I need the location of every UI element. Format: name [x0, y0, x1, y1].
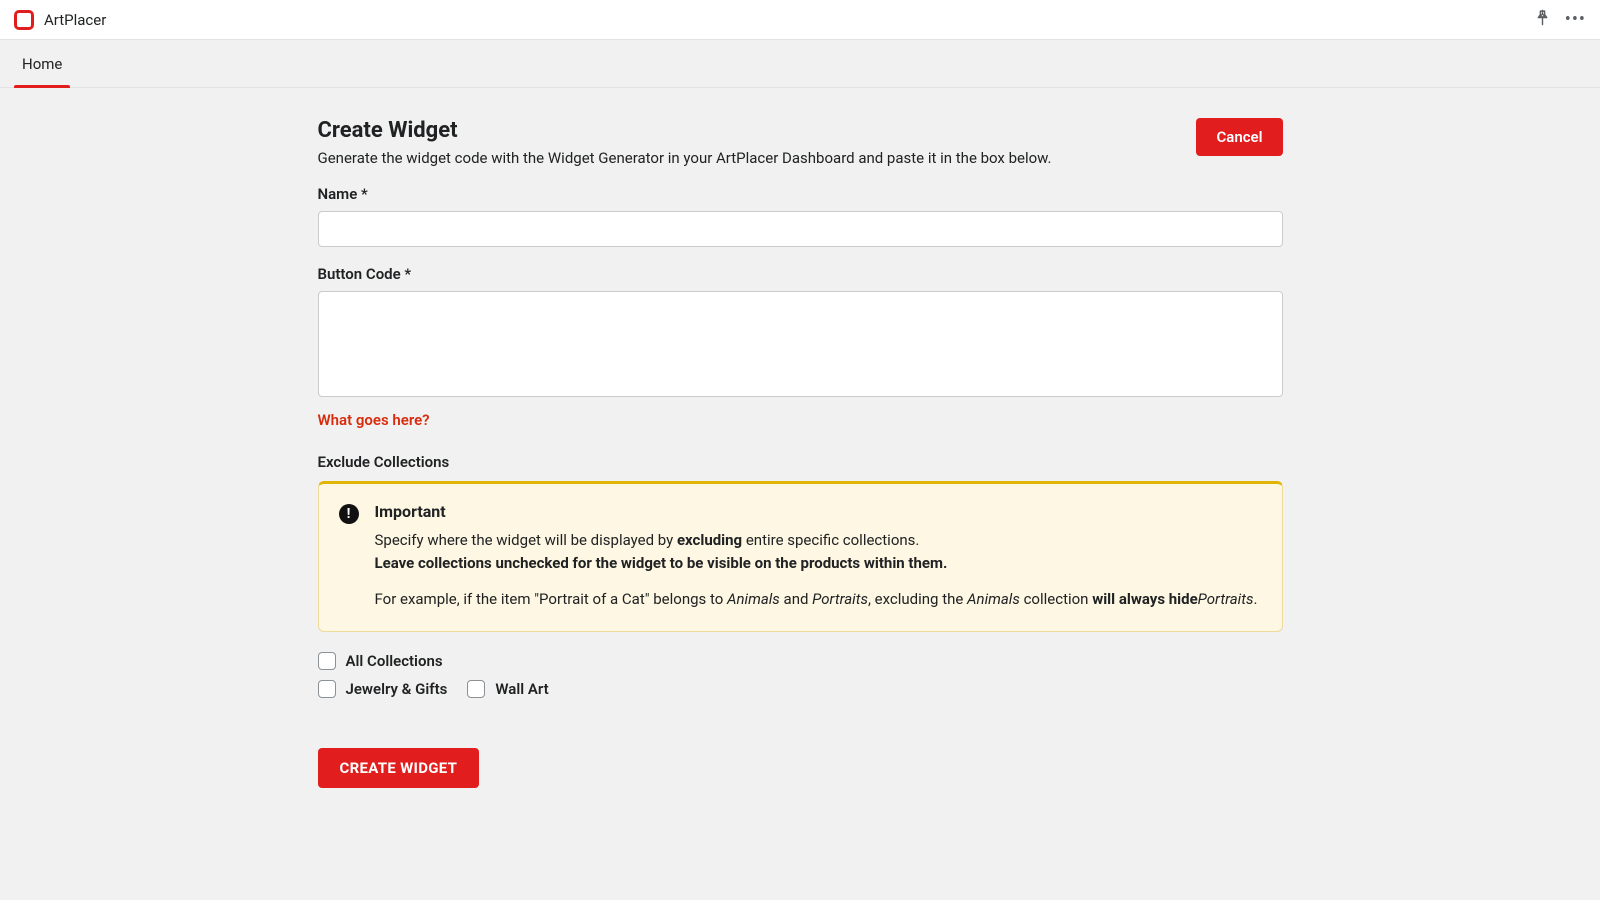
checkbox-all-collections-label: All Collections — [346, 652, 443, 670]
callout-body: Specify where the widget will be display… — [375, 529, 1258, 611]
checkbox-collection-1[interactable] — [467, 680, 485, 698]
name-label: Name * — [318, 185, 1283, 203]
app-logo-icon — [14, 10, 34, 30]
tabs-bar: Home — [0, 40, 1600, 88]
alert-icon: ! — [339, 504, 359, 611]
important-callout: ! Important Specify where the widget wil… — [318, 481, 1283, 632]
name-input[interactable] — [318, 211, 1283, 247]
checkbox-all-collections[interactable] — [318, 652, 336, 670]
what-goes-here-link[interactable]: What goes here? — [318, 411, 430, 429]
page-subtitle: Generate the widget code with the Widget… — [318, 149, 1052, 167]
tab-home[interactable]: Home — [14, 40, 70, 87]
cancel-button[interactable]: Cancel — [1196, 118, 1282, 156]
checkbox-collection-0-label: Jewelry & Gifts — [346, 680, 448, 698]
checkbox-collection-0[interactable] — [318, 680, 336, 698]
button-code-input[interactable] — [318, 291, 1283, 397]
more-icon[interactable]: ••• — [1565, 11, 1586, 29]
app-title: ArtPlacer — [44, 11, 106, 29]
app-header: ArtPlacer ••• — [0, 0, 1600, 40]
tab-label: Home — [22, 55, 62, 73]
pin-icon[interactable] — [1534, 9, 1551, 30]
callout-title: Important — [375, 502, 1258, 521]
button-code-label: Button Code * — [318, 265, 1283, 283]
exclude-collections-label: Exclude Collections — [318, 453, 1283, 471]
checkbox-collection-1-label: Wall Art — [495, 680, 548, 698]
page-content: Create Widget Generate the widget code w… — [318, 88, 1283, 828]
create-widget-button[interactable]: CREATE WIDGET — [318, 748, 480, 788]
page-title: Create Widget — [318, 118, 1052, 143]
